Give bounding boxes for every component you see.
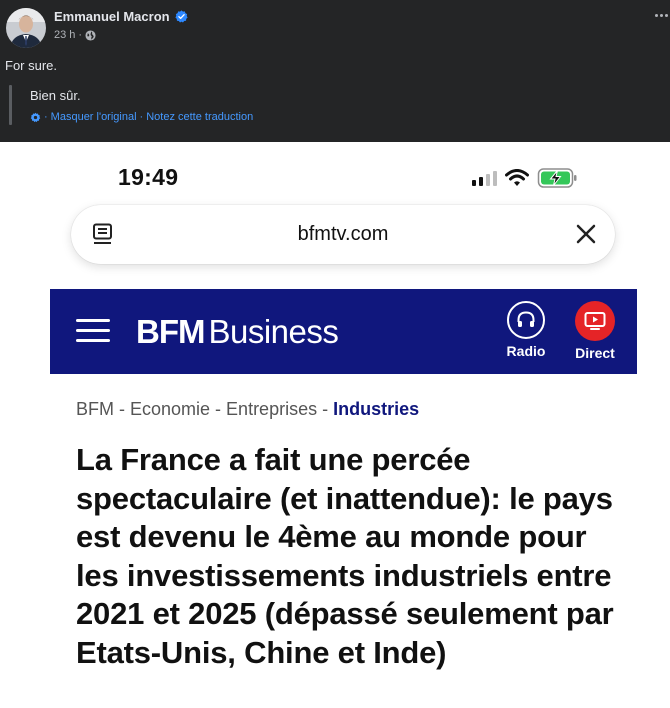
direct-label: Direct [575,345,615,361]
breadcrumb-item-bfm[interactable]: BFM [76,399,114,420]
status-time: 19:49 [118,164,179,190]
tv-play-icon [584,312,606,330]
trans-sep-2: · [139,111,144,123]
hamburger-menu-icon[interactable] [76,319,110,343]
hide-original-link[interactable]: Masquer l'original [51,111,137,123]
headphones-icon [517,311,535,327]
meta-separator: · [78,29,83,41]
original-text: Bien sûr. [30,88,81,103]
brand-bold: BFM [136,313,205,350]
globe-icon [85,29,96,41]
breadcrumb-sep: - [322,399,329,419]
quote-bar [9,85,12,125]
status-icons [472,167,579,189]
breadcrumb-item-industries[interactable]: Industries [333,399,419,420]
cellular-signal-icon [472,170,497,186]
more-options-icon[interactable] [655,14,668,17]
battery-charging-icon [537,168,577,188]
close-icon[interactable] [575,223,597,245]
breadcrumb-item-economie[interactable]: Economie [130,399,210,420]
breadcrumb-sep: - [119,399,125,419]
radio-button[interactable]: Radio [501,301,551,359]
author-avatar[interactable] [6,8,46,48]
post-time[interactable]: 23 h [54,29,75,41]
author-line: Emmanuel Macron [54,9,188,24]
post-text: For sure. [5,58,58,73]
wifi-icon [505,169,529,186]
url-text[interactable]: bfmtv.com [71,223,615,246]
radio-label: Radio [506,343,546,359]
brand-light: Business [208,313,339,350]
post-meta: 23 h · [54,29,96,41]
translation-actions: · Masquer l'original · Notez cette tradu… [30,111,253,123]
site-header: BFM Business Radio Direct [50,289,637,374]
article-headline: La France a fait une percée spectaculair… [76,442,614,670]
translate-settings-icon[interactable] [30,112,41,123]
phone-screenshot: 19:49 bfmtv.com BFM Business Radio Direc… [0,142,670,708]
breadcrumb-item-entreprises[interactable]: Entreprises [226,399,317,420]
facebook-post-header: Emmanuel Macron 23 h · For sure. Bien sû… [0,0,670,142]
breadcrumb: BFM - Economie - Entreprises - Industrie… [76,399,419,420]
direct-button[interactable]: Direct [568,301,622,361]
verified-badge-icon [175,10,188,23]
breadcrumb-sep: - [215,399,222,419]
rate-translation-link[interactable]: Notez cette traduction [146,111,253,123]
site-logo[interactable]: BFM Business [136,313,339,351]
trans-sep-1: · [44,111,48,123]
browser-url-bar[interactable]: bfmtv.com [71,205,615,264]
author-name[interactable]: Emmanuel Macron [54,9,170,24]
